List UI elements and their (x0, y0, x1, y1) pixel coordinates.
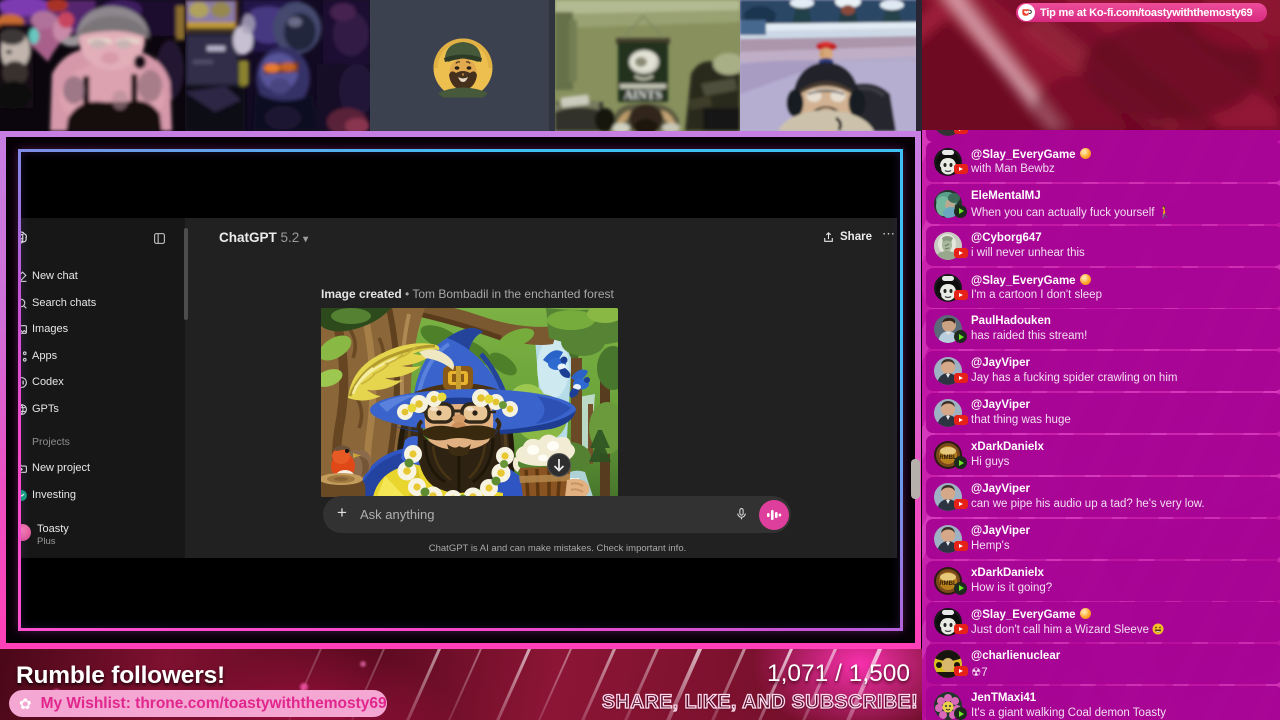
svg-text:AINTS: AINTS (624, 88, 662, 102)
